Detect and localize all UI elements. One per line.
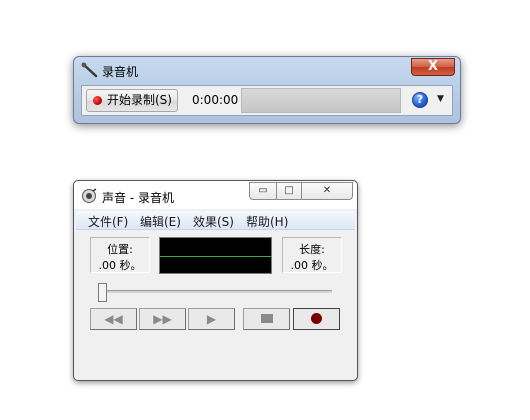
speaker-icon [82, 188, 97, 203]
record-icon [311, 313, 322, 324]
waveform-display [159, 237, 272, 274]
stop-icon [260, 314, 273, 323]
recorder-toolbar: 开始录制(S) 0:00:00 ? ▼ [81, 85, 453, 116]
record-dot-icon [93, 96, 102, 105]
start-recording-label: 开始录制(S) [107, 93, 172, 107]
maximize-button[interactable]: □ [276, 182, 302, 200]
position-label: 位置: [107, 243, 133, 256]
seek-thumb[interactable] [98, 283, 107, 302]
length-label: 长度: [299, 243, 325, 256]
position-value: .00 秒。 [98, 259, 142, 272]
fast-forward-button[interactable]: ▶▶ [139, 308, 186, 330]
elapsed-time: 0:00:00 [192, 93, 239, 107]
position-display: 位置: .00 秒。 [90, 237, 150, 273]
sound-recorder-window: 录音机 X 开始录制(S) 0:00:00 ? ▼ [73, 56, 461, 124]
caption-buttons: ▭ □ ✕ [249, 182, 353, 200]
close-button[interactable]: ✕ [301, 182, 353, 200]
length-value: .00 秒。 [290, 259, 334, 272]
play-button[interactable]: ▶ [188, 308, 235, 330]
title-bar[interactable]: 录音机 X [74, 57, 460, 83]
window-title: 录音机 [102, 65, 139, 79]
rewind-icon: ◀◀ [104, 312, 123, 326]
seek-track[interactable] [100, 290, 332, 293]
rewind-button[interactable]: ◀◀ [90, 308, 137, 330]
minimize-button[interactable]: ▭ [249, 182, 277, 200]
microphone-icon [81, 62, 98, 78]
fast-forward-icon: ▶▶ [153, 312, 172, 326]
menu-file[interactable]: 文件(F) [88, 213, 128, 230]
close-button[interactable]: X [411, 58, 455, 76]
recorder-body: 位置: .00 秒。 长度: .00 秒。 ◀◀ ▶▶ ▶ [74, 231, 357, 380]
menu-bar: 文件(F) 编辑(E) 效果(S) 帮助(H) [76, 211, 355, 230]
help-icon[interactable]: ? [412, 92, 428, 108]
start-recording-button[interactable]: 开始录制(S) [86, 89, 178, 112]
menu-edit[interactable]: 编辑(E) [140, 213, 181, 230]
waveform-line [160, 256, 271, 257]
stop-button[interactable] [243, 308, 290, 330]
chevron-down-icon[interactable]: ▼ [437, 94, 444, 104]
menu-effects[interactable]: 效果(S) [193, 213, 234, 230]
length-display: 长度: .00 秒。 [282, 237, 342, 273]
menu-help[interactable]: 帮助(H) [246, 213, 288, 230]
play-icon: ▶ [206, 312, 217, 326]
classic-recorder-window: 声音 - 录音机 ▭ □ ✕ 文件(F) 编辑(E) 效果(S) 帮助(H) 位… [73, 180, 358, 381]
title-bar[interactable]: 声音 - 录音机 ▭ □ ✕ [74, 181, 357, 209]
record-button[interactable] [293, 308, 340, 330]
level-meter [241, 88, 401, 113]
window-title: 声音 - 录音机 [102, 191, 174, 205]
